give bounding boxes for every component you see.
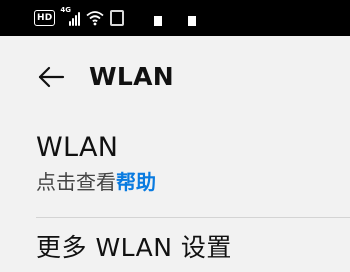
status-icons: HD 4G — [34, 6, 125, 27]
help-link[interactable]: 帮助 — [116, 170, 156, 194]
status-bar: HD 4G — [0, 0, 350, 36]
status-indicator — [188, 16, 196, 26]
arrow-left-icon — [38, 66, 65, 88]
more-wlan-settings-row[interactable]: 更多 WLAN 设置 — [36, 232, 350, 272]
network-type-label: 4G — [60, 6, 72, 14]
back-button[interactable] — [36, 65, 66, 89]
wlan-subtitle-prefix: 点击查看 — [36, 170, 116, 194]
more-wlan-settings-label: 更多 WLAN 设置 — [36, 233, 232, 262]
status-indicator — [154, 16, 162, 26]
divider — [36, 217, 350, 218]
hd-badge: HD — [34, 10, 56, 26]
status-extra-icon — [110, 10, 125, 26]
wlan-row-title: WLAN — [36, 132, 119, 163]
wifi-icon — [86, 10, 104, 26]
wlan-row-subtitle: 点击查看帮助 — [36, 168, 350, 196]
cellular-signal-icon: 4G — [60, 6, 81, 26]
page-title: WLAN — [89, 62, 174, 91]
app-header: WLAN — [0, 36, 350, 118]
wlan-toggle-row[interactable]: WLAN 点击查看帮助 — [36, 132, 350, 216]
